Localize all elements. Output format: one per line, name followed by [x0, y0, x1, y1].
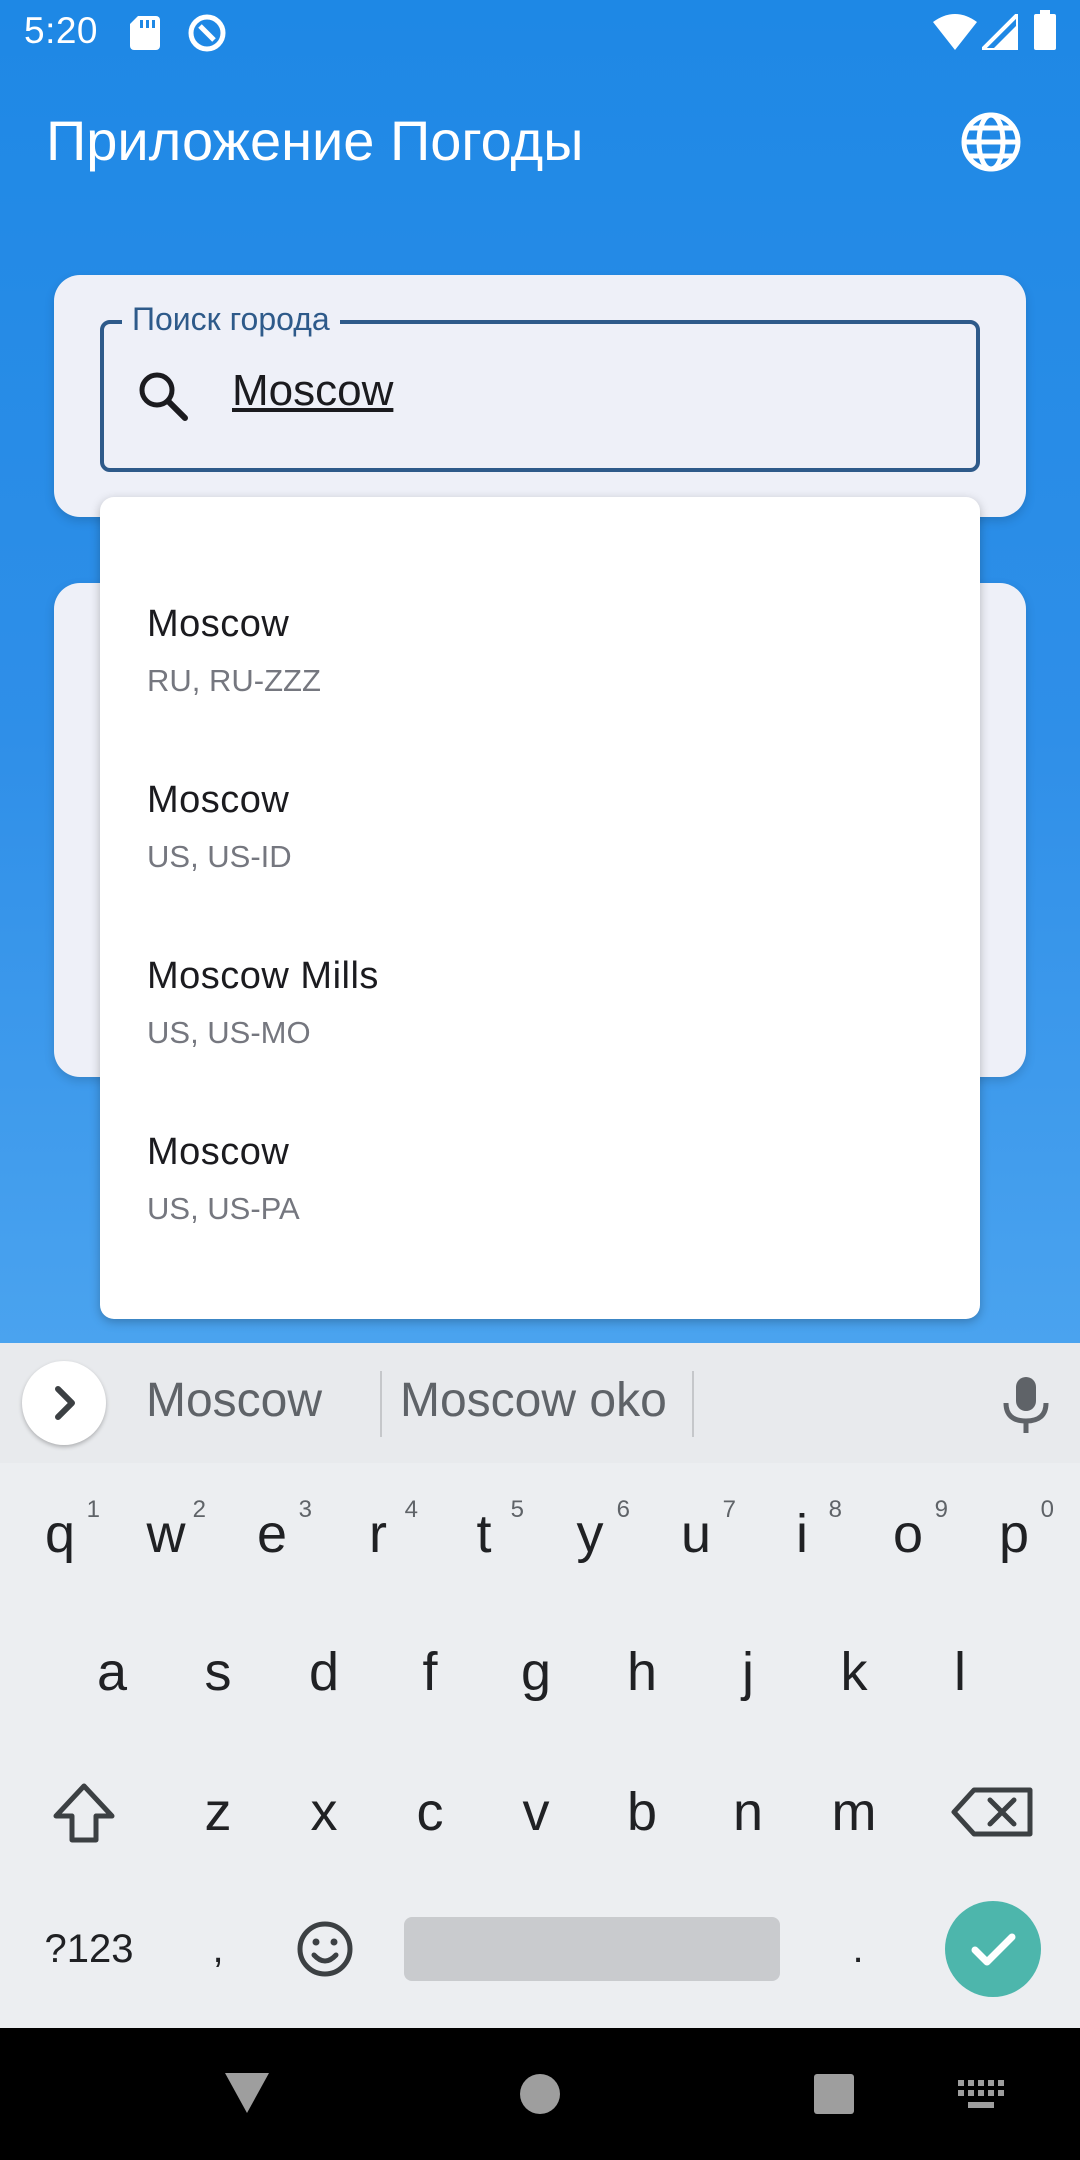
suggestion-region: US, US-MO: [147, 1015, 311, 1050]
signal-icon: [982, 14, 1018, 50]
strip-divider: [692, 1371, 694, 1437]
key-k[interactable]: k: [804, 1612, 904, 1732]
suggestion-item[interactable]: Moscow Mills US, US-MO: [100, 899, 980, 1075]
back-icon[interactable]: [222, 2070, 272, 2116]
search-icon: [139, 372, 188, 421]
status-time: 5:20: [24, 10, 99, 51]
key-label: y: [576, 1504, 604, 1564]
suggestion-region: RU, RU-ZZZ: [147, 663, 321, 698]
key-label: q: [44, 1504, 76, 1564]
sd-card-icon: [130, 16, 160, 50]
data-saver-icon: [188, 14, 226, 52]
key-digit: 2: [192, 1496, 206, 1523]
key-f[interactable]: f: [380, 1612, 480, 1732]
expand-suggestions-button[interactable]: [22, 1361, 106, 1445]
key-r[interactable]: r4: [328, 1474, 428, 1594]
key-label: w: [146, 1504, 186, 1564]
key-digit: 6: [616, 1496, 630, 1523]
key-s[interactable]: s: [168, 1612, 268, 1732]
key-label: e: [256, 1504, 288, 1564]
strip-suggestion[interactable]: Moscow oko: [400, 1373, 667, 1428]
key-q[interactable]: q1: [10, 1474, 110, 1594]
key-label: r: [369, 1504, 387, 1564]
period-key[interactable]: .: [808, 1889, 908, 2009]
key-v[interactable]: v: [486, 1752, 586, 1872]
key-h[interactable]: h: [592, 1612, 692, 1732]
status-bar: 5:20: [0, 0, 1080, 66]
suggestion-city: Moscow: [147, 1131, 290, 1173]
shift-key[interactable]: [34, 1752, 134, 1872]
key-c[interactable]: c: [380, 1752, 480, 1872]
suggestion-region: US, US-PA: [147, 1191, 300, 1226]
key-p[interactable]: p0: [964, 1474, 1064, 1594]
space-key[interactable]: [404, 1917, 780, 1981]
key-digit: 8: [828, 1496, 842, 1523]
suggestion-item[interactable]: Moscow US, US-ID: [100, 723, 980, 899]
key-w[interactable]: w2: [116, 1474, 216, 1594]
language-button[interactable]: [955, 106, 1027, 178]
suggestion-region: US, US-ID: [147, 839, 292, 874]
key-y[interactable]: y6: [540, 1474, 640, 1594]
strip-divider: [380, 1371, 382, 1437]
search-label: Поиск города: [122, 301, 340, 338]
enter-key[interactable]: [945, 1901, 1041, 1997]
key-j[interactable]: j: [698, 1612, 798, 1732]
key-label: t: [476, 1504, 492, 1564]
search-input[interactable]: Moscow: [232, 366, 932, 426]
key-b[interactable]: b: [592, 1752, 692, 1872]
key-digit: 5: [510, 1496, 524, 1523]
key-i[interactable]: i8: [752, 1474, 852, 1594]
key-t[interactable]: t5: [434, 1474, 534, 1594]
suggestion-strip: Moscow Moscow oko: [0, 1343, 1080, 1463]
backspace-icon: [951, 1787, 1033, 1837]
emoji-key[interactable]: [275, 1889, 375, 2009]
navigation-bar: [0, 2028, 1080, 2160]
suggestion-item[interactable]: Moscow RU, RU-ZZZ: [100, 547, 980, 723]
key-digit: 3: [298, 1496, 312, 1523]
emoji-icon: [297, 1921, 353, 1977]
key-m[interactable]: m: [804, 1752, 904, 1872]
key-label: o: [892, 1504, 924, 1564]
key-label: p: [998, 1504, 1030, 1564]
backspace-key[interactable]: [942, 1752, 1042, 1872]
key-l[interactable]: l: [910, 1612, 1010, 1732]
globe-icon: [961, 112, 1021, 172]
comma-key[interactable]: ,: [168, 1889, 268, 2009]
app-title: Приложение Погоды: [46, 109, 584, 172]
shift-icon: [53, 1783, 115, 1843]
key-d[interactable]: d: [274, 1612, 374, 1732]
key-z[interactable]: z: [168, 1752, 268, 1872]
suggestion-city: Moscow Mills: [147, 955, 379, 997]
suggestion-item[interactable]: Moscow US, US-PA: [100, 1075, 980, 1251]
home-icon[interactable]: [518, 2072, 562, 2116]
key-digit: 7: [722, 1496, 736, 1523]
wifi-icon: [933, 14, 977, 50]
key-digit: 0: [1040, 1496, 1054, 1523]
recents-icon[interactable]: [812, 2072, 856, 2116]
strip-suggestion[interactable]: Moscow: [146, 1373, 322, 1428]
suggestion-city: Moscow: [147, 779, 290, 821]
suggestions-dropdown: Moscow RU, RU-ZZZ Moscow US, US-ID Mosco…: [100, 497, 980, 1319]
key-e[interactable]: e3: [222, 1474, 322, 1594]
checkmark-icon: [971, 1933, 1016, 1966]
chevron-right-icon: [55, 1386, 75, 1420]
key-a[interactable]: a: [62, 1612, 162, 1732]
key-digit: 4: [404, 1496, 418, 1523]
symbols-key[interactable]: ?123: [34, 1889, 144, 2009]
key-digit: 1: [86, 1496, 100, 1523]
battery-icon: [1034, 10, 1056, 50]
microphone-icon[interactable]: [998, 1375, 1054, 1435]
key-digit: 9: [934, 1496, 948, 1523]
key-g[interactable]: g: [486, 1612, 586, 1732]
keyboard-switch-icon[interactable]: [956, 2078, 1006, 2112]
key-x[interactable]: x: [274, 1752, 374, 1872]
key-u[interactable]: u7: [646, 1474, 746, 1594]
suggestion-city: Moscow: [147, 603, 290, 645]
key-n[interactable]: n: [698, 1752, 798, 1872]
key-o[interactable]: o9: [858, 1474, 958, 1594]
key-label: i: [796, 1504, 808, 1564]
key-label: u: [680, 1504, 712, 1564]
